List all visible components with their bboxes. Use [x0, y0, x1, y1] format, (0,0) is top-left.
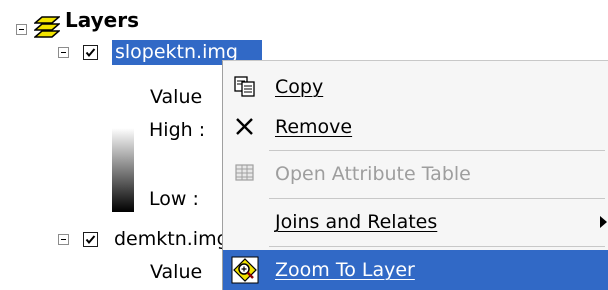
copy-icon: [233, 74, 257, 98]
checkmark-icon: [85, 48, 96, 58]
layer-visibility-checkbox-demktn[interactable]: [83, 232, 98, 247]
remove-icon: [233, 114, 257, 138]
collapse-toggle-layer-demktn[interactable]: [58, 234, 69, 245]
layers-root-label[interactable]: Layers: [65, 8, 139, 32]
legend-high-label-slopektn: High :: [149, 119, 206, 141]
menu-item-zoom-to-layer[interactable]: Zoom To Layer: [223, 250, 608, 290]
legend-low-label-slopektn: Low :: [149, 188, 199, 210]
checkmark-icon: [85, 235, 96, 245]
table-icon: [233, 161, 257, 185]
submenu-arrow-icon: [600, 216, 607, 228]
collapse-toggle-layer-slopektn[interactable]: [58, 47, 69, 58]
menu-item-joins-and-relates[interactable]: Joins and Relates: [223, 202, 608, 242]
menu-item-open-attribute-table[interactable]: Open Attribute Table: [223, 154, 608, 194]
menu-item-copy[interactable]: Copy: [223, 67, 608, 107]
collapse-toggle-layers[interactable]: [16, 24, 27, 35]
legend-color-ramp-slopektn: [112, 128, 134, 212]
menu-item-zoom-to-layer-label: Zoom To Layer: [275, 259, 415, 281]
legend-heading-slopektn: Value: [150, 86, 203, 108]
menu-separator: [269, 246, 605, 247]
legend-heading-demktn: Value: [150, 261, 203, 283]
menu-item-copy-label: Copy: [275, 76, 324, 98]
menu-item-remove-label: Remove: [275, 116, 353, 138]
menu-item-open-attribute-table-label: Open Attribute Table: [275, 163, 471, 185]
zoom-to-layer-icon: [231, 256, 259, 284]
menu-separator: [269, 150, 605, 151]
layers-data-frame-icon: [32, 14, 62, 40]
menu-separator: [269, 198, 605, 199]
menu-item-remove[interactable]: Remove: [223, 107, 608, 147]
menu-item-joins-and-relates-label: Joins and Relates: [275, 211, 438, 233]
layer-visibility-checkbox-slopektn[interactable]: [83, 45, 98, 60]
layer-name-demktn[interactable]: demktn.img: [114, 227, 229, 251]
layer-context-menu: Copy Remove Open Attribute Table Joins a…: [222, 60, 608, 290]
